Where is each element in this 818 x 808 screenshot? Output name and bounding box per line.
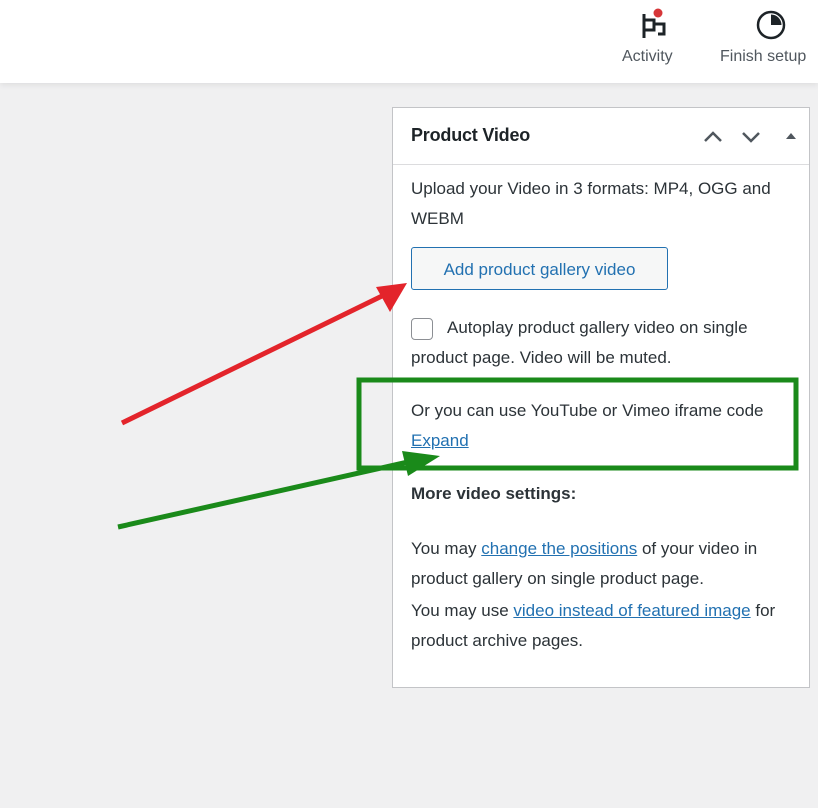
featured-prefix: You may use — [411, 601, 509, 620]
iframe-description: Or you can use YouTube or Vimeo iframe c… — [411, 396, 796, 456]
positions-text: You may change the positions of your vid… — [411, 534, 796, 594]
caret-up-icon[interactable] — [782, 126, 800, 148]
more-settings-heading: More video settings: — [411, 484, 577, 503]
red-arrow — [120, 292, 386, 426]
finish-setup-label: Finish setup — [720, 48, 807, 65]
chevron-down-icon[interactable] — [740, 126, 762, 148]
panel-header: Product Video — [393, 108, 809, 165]
panel-title: Product Video — [411, 125, 531, 145]
video-instead-featured-link[interactable]: video instead of featured image — [513, 601, 750, 620]
autoplay-label: Autoplay product gallery video on single… — [411, 318, 748, 367]
product-video-panel: Product Video Upload your Video in 3 for… — [392, 107, 810, 688]
positions-prefix: You may — [411, 539, 477, 558]
upload-description: Upload your Video in 3 formats: MP4, OGG… — [411, 179, 771, 228]
finish-setup-button[interactable]: Finish setup — [714, 0, 818, 83]
activity-button[interactable]: Activity — [600, 0, 710, 83]
add-gallery-video-button[interactable]: Add product gallery video — [411, 247, 668, 290]
chevron-up-icon[interactable] — [702, 126, 724, 148]
iframe-text: Or you can use YouTube or Vimeo iframe c… — [411, 401, 764, 420]
expand-link[interactable]: Expand — [411, 431, 469, 450]
flag-icon — [638, 8, 672, 47]
activity-label: Activity — [622, 48, 673, 65]
change-positions-link[interactable]: change the positions — [481, 539, 637, 558]
top-bar: Activity Finish setup — [0, 0, 818, 83]
green-arrow — [117, 459, 409, 530]
featured-text: You may use video instead of featured im… — [411, 596, 796, 656]
progress-circle-icon — [754, 8, 788, 47]
